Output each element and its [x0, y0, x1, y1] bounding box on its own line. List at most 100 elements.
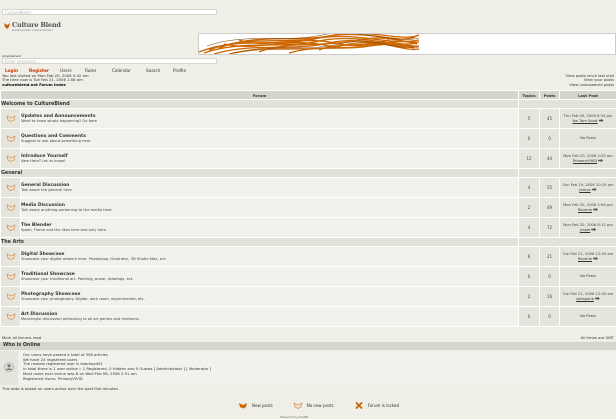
nav-rules[interactable]: Rules	[85, 68, 112, 73]
activity-note: This data is based on users active over …	[2, 386, 118, 391]
who-online-title[interactable]: Who is Online	[0, 342, 616, 350]
forum-name[interactable]: Media Discussion	[21, 203, 518, 208]
forum-status-cell	[0, 286, 21, 307]
last-post-user[interactable]: PrimaryVIVID	[573, 159, 597, 163]
forum-last-post: Mon Feb 20, 2006 6:12 pm jraple	[559, 217, 616, 238]
forum-status-cell	[0, 148, 21, 169]
who-online-panel: Our users have posted a total of 306 art…	[0, 351, 616, 385]
forum-status-cell	[0, 108, 21, 129]
logo-text: Culture Blend	[12, 21, 61, 29]
forum-last-post: No Posts	[559, 306, 616, 327]
forum-status-cell	[0, 197, 21, 218]
goto-last-post-icon[interactable]	[591, 187, 597, 192]
forum-posts-count: 49	[539, 197, 560, 218]
forum-no-new-posts-icon	[6, 134, 16, 143]
legend-locked: Forum is locked	[354, 402, 399, 409]
icon-legend: New posts No new posts Forum is locked	[238, 402, 419, 409]
goto-last-post-icon[interactable]	[598, 158, 604, 163]
forum-posts-count: 0	[539, 306, 560, 327]
last-post-user[interactable]: jraple	[580, 228, 590, 232]
forum-name[interactable]: Traditional Showcase	[21, 272, 518, 277]
keyword-search-input[interactable]: Enter keywords...	[2, 58, 217, 64]
last-post-user[interactable]: Reverie	[578, 208, 592, 212]
forum-topics-count: 0	[518, 306, 540, 327]
forum-name[interactable]: Photography Showcase	[21, 292, 518, 297]
forum-topics-count: 4	[518, 177, 540, 198]
nav-calendar[interactable]: Calendar	[112, 68, 146, 73]
forum-name[interactable]: Questions and Comments	[21, 134, 518, 139]
last-post-user[interactable]: Reverie	[578, 257, 592, 261]
forum-topics-count: 12	[518, 148, 540, 169]
banner-art-icon	[199, 34, 419, 54]
top-search-input[interactable]: CultureBlend	[2, 9, 217, 15]
quick-links: View posts since last visit View your po…	[565, 73, 614, 88]
mark-read-link[interactable]: Mark all forums read	[2, 335, 41, 340]
category-row: Welcome to CultureBlend	[0, 99, 616, 109]
forum-posts-count: 0	[539, 266, 560, 287]
forum-row: Introduce Yourself New Here? Let us know!…	[0, 148, 616, 169]
forum-name[interactable]: General Discussion	[21, 183, 518, 188]
powered-by: Powered by phpBB	[280, 415, 309, 419]
legend-new-posts-label: New posts	[252, 403, 273, 408]
nav-search[interactable]: Search	[146, 68, 173, 73]
legend-new-posts: New posts	[238, 402, 273, 409]
forum-row: Updates and Announcements Want to know wh…	[0, 108, 616, 129]
link-unanswered[interactable]: View unanswered posts	[565, 82, 614, 88]
goto-last-post-icon[interactable]	[594, 296, 600, 301]
goto-last-post-icon[interactable]	[592, 207, 598, 212]
forum-description: Meaningful discussion pertaining to all …	[21, 317, 140, 322]
category-title[interactable]: Welcome to CultureBlend	[0, 99, 519, 109]
forum-name[interactable]: Art Discussion	[21, 312, 518, 317]
legend-no-new-posts-label: No new posts	[306, 403, 334, 408]
forum-last-post: Mon Feb 20, 2006 2:29 am PrimaryVIVID	[559, 148, 616, 169]
category-title[interactable]: The Arts	[0, 237, 519, 247]
forum-table: Forum Topics Posts Last Post Welcome to …	[0, 90, 616, 327]
locked-icon	[355, 402, 363, 409]
forum-posts-count: 21	[539, 246, 560, 267]
forum-row: General Discussion Talk about the general…	[0, 177, 616, 198]
last-post-date: No Posts	[580, 136, 596, 141]
forum-name[interactable]: The Blender	[21, 223, 518, 228]
last-post-user[interactable]: Ibn Tom Scott	[572, 119, 597, 123]
site-logo[interactable]: Culture Blend breaking down cultural bar…	[3, 21, 63, 35]
forum-row: Digital Showcase Showcase your digital ar…	[0, 246, 616, 267]
forum-no-new-posts-icon	[6, 312, 16, 321]
logo-icon	[4, 23, 10, 29]
forum-status-cell	[0, 266, 21, 287]
forum-last-post: Thu Feb 09, 2006 6:34 pm Ibn Tom Scott	[559, 108, 616, 129]
last-post-date: No Posts	[580, 274, 596, 279]
category-title[interactable]: General	[0, 168, 519, 178]
forum-description: Talk about anything pertaining to the me…	[21, 208, 112, 213]
forum-name[interactable]: Digital Showcase	[21, 252, 518, 257]
goto-last-post-icon[interactable]	[592, 256, 598, 261]
forum-name[interactable]: Introduce Yourself	[21, 154, 518, 159]
category-fill	[518, 237, 616, 247]
forum-no-new-posts-icon	[6, 114, 16, 123]
forum-no-new-posts-icon	[6, 292, 16, 301]
forum-last-post: Sun Feb 19, 2006 10:19 pm Jamyo	[559, 177, 616, 198]
forum-index-link[interactable]: cultureblend.net Forum Index	[2, 82, 66, 87]
last-post-user[interactable]: sallapene	[576, 297, 594, 301]
forum-info-cell: Art Discussion Meaningful discussion pert…	[20, 306, 519, 327]
timezone-text: All times are GMT	[580, 335, 614, 340]
forum-last-post: No Posts	[559, 128, 616, 149]
forum-description: Want to know whats happening? Go here	[21, 119, 97, 124]
banner-ad[interactable]	[198, 33, 616, 55]
table-header-row: Forum Topics Posts Last Post	[0, 90, 616, 100]
forum-last-post: Tue Feb 21, 2006 12:09 am Reverie	[559, 246, 616, 267]
forum-row: Art Discussion Meaningful discussion pert…	[0, 306, 616, 327]
forum-row: Media Discussion Talk about anything pert…	[0, 197, 616, 218]
goto-last-post-icon[interactable]	[591, 227, 597, 232]
forum-info-cell: General Discussion Talk about the general…	[20, 177, 519, 198]
forum-status-cell	[0, 306, 21, 327]
forum-no-new-posts-icon	[6, 183, 16, 192]
forum-row: Photography Showcase Showcase your photog…	[0, 286, 616, 307]
last-post-user[interactable]: Jamyo	[579, 188, 590, 192]
nav-profile[interactable]: Profile	[173, 68, 203, 73]
logo-tagline: breaking down cultural barriers	[12, 29, 53, 32]
forum-no-new-posts-icon	[6, 203, 16, 212]
forum-name[interactable]: Updates and Announcements	[21, 114, 518, 119]
last-post-date: No Posts	[580, 314, 596, 319]
goto-last-post-icon[interactable]	[598, 118, 604, 123]
forum-status-cell	[0, 217, 21, 238]
